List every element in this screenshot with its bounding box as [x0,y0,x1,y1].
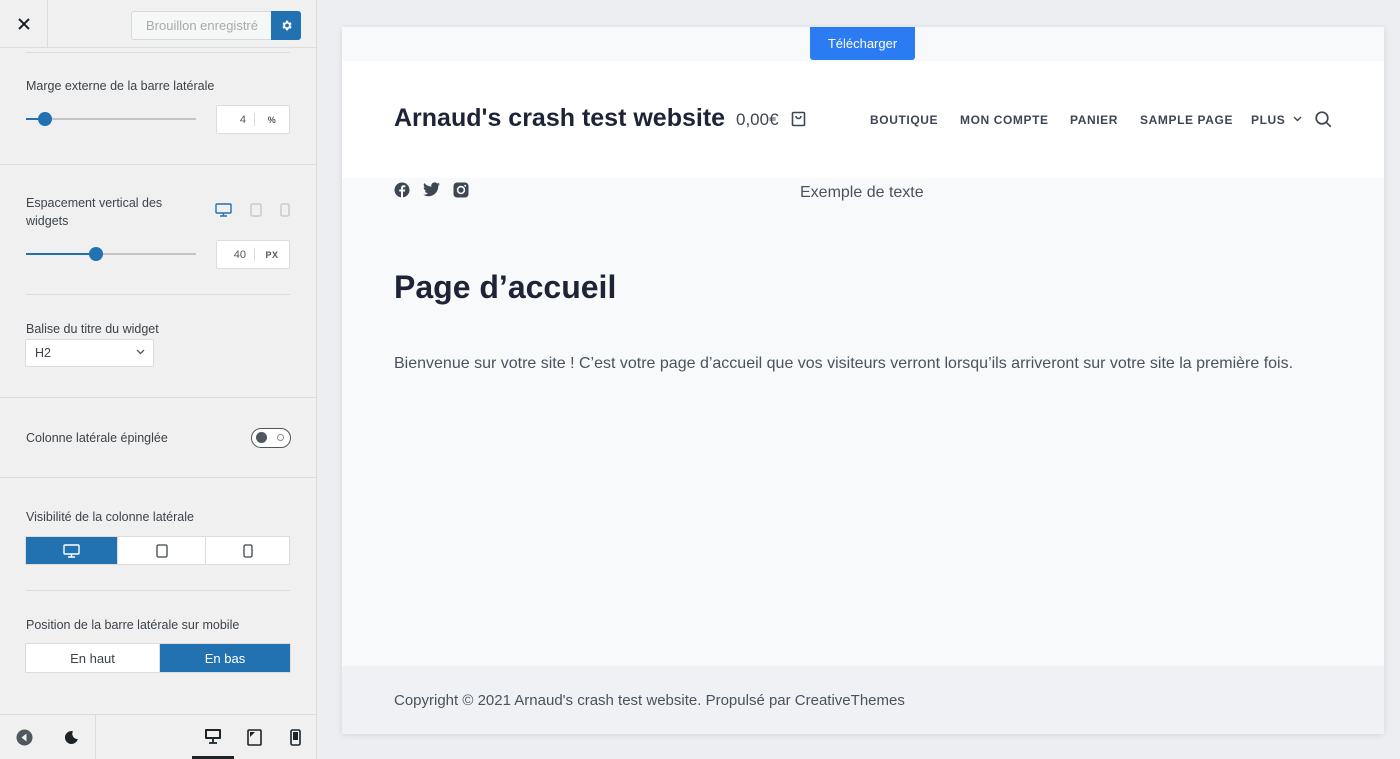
header-sample-text: Exemple de texte [800,184,924,201]
sticky-sidebar-toggle[interactable] [251,428,291,448]
divider [0,164,316,165]
divider [0,477,316,478]
tablet-preview-icon [246,728,262,746]
publish-settings-button[interactable] [271,11,301,40]
slider-thumb[interactable] [88,247,103,261]
tablet-icon [250,203,262,217]
divider [26,294,290,295]
visibility-desktop-button[interactable] [26,537,118,564]
dark-mode-icon [64,730,78,744]
mobile-position-group: En haut En bas [25,643,291,673]
collapse-icon [16,729,32,745]
widget-spacing-value[interactable]: 40 [217,249,254,261]
twitter-icon[interactable] [423,182,440,197]
position-bottom-button[interactable]: En bas [160,644,290,672]
cart-total[interactable]: 0,00€ [736,110,779,130]
divider [0,397,316,398]
nav-item-plus-label: PLUS [1251,113,1286,127]
divider [26,590,290,591]
chevron-down-icon [1293,116,1302,122]
preview-tablet-button[interactable] [234,715,274,759]
sidebar-visibility-label: Visibilité de la colonne latérale [26,510,194,524]
customizer-footer [0,714,316,759]
collapse-sidebar-button[interactable] [0,715,48,759]
visibility-tablet-button[interactable] [118,537,206,564]
sticky-sidebar-label: Colonne latérale épinglée [26,431,168,445]
page-body-text: Bienvenue sur votre site ! C’est votre p… [394,355,1294,372]
desktop-preview-icon [205,728,221,744]
preview-desktop-button[interactable] [192,715,234,759]
device-desktop-toggle[interactable] [215,203,232,217]
mobile-preview-icon [289,728,301,746]
customizer-header: Brouillon enregistré [0,0,316,48]
device-mobile-toggle[interactable] [280,203,290,217]
sidebar-visibility-group [25,536,290,565]
mobile-position-label: Position de la barre latérale sur mobile [26,618,240,632]
sidebar-margin-slider[interactable] [26,112,196,126]
desktop-icon [215,203,232,217]
site-header: Arnaud's crash test website 0,00€ BOUTIQ… [342,61,1384,178]
nav-item-plus[interactable]: PLUS [1251,113,1302,127]
facebook-icon[interactable] [394,182,410,198]
slider-thumb[interactable] [37,112,52,126]
cart-icon[interactable] [791,111,806,127]
visibility-mobile-button[interactable] [206,537,289,564]
dark-mode-button[interactable] [48,715,96,759]
options-panel: Marge externe de la barre latérale 4 % E… [0,48,316,714]
close-icon [17,17,30,30]
desktop-icon [63,543,80,558]
download-button[interactable]: Télécharger [810,27,915,60]
close-button[interactable] [0,0,48,47]
toggle-knob [256,432,267,443]
nav-item-boutique[interactable]: BOUTIQUE [870,113,938,127]
gear-icon [281,20,292,31]
widget-spacing-label: Espacement vertical des widgets [26,196,163,228]
divider [26,52,290,53]
position-top-button[interactable]: En haut [26,644,160,672]
search-icon[interactable] [1315,111,1332,128]
sidebar-margin-value[interactable]: 4 [217,114,254,126]
site-preview: Télécharger Arnaud's crash test website … [342,27,1384,734]
sidebar-margin-input[interactable]: 4 % [216,105,290,134]
sidebar-margin-unit[interactable]: % [255,115,289,125]
draft-saved-button[interactable]: Brouillon enregistré [131,11,272,40]
copyright-text: Copyright © 2021 Arnaud's crash test web… [394,692,905,709]
widget-title-tag-select[interactable]: H2 [25,339,154,367]
widget-title-tag-label: Balise du titre du widget [26,322,159,336]
site-title[interactable]: Arnaud's crash test website [394,104,725,133]
toggle-off-indicator [277,434,284,441]
widget-title-tag-value: H2 [35,346,51,360]
sidebar-margin-label: Marge externe de la barre latérale [26,79,215,93]
chevron-down-icon [136,349,145,355]
customizer-sidebar: Brouillon enregistré Marge externe de la… [0,0,317,759]
device-tablet-toggle[interactable] [250,203,262,217]
tablet-icon [155,543,168,558]
widget-spacing-unit[interactable]: PX [255,250,289,260]
nav-item-panier[interactable]: PANIER [1070,113,1118,127]
nav-item-mon-compte[interactable]: MON COMPTE [960,113,1049,127]
widget-spacing-slider[interactable] [26,247,196,261]
mobile-icon [242,543,253,558]
page-title: Page d’accueil [394,269,617,305]
nav-item-sample-page[interactable]: SAMPLE PAGE [1140,113,1233,127]
site-footer: Copyright © 2021 Arnaud's crash test web… [342,666,1384,734]
mobile-icon [280,203,290,217]
preview-mobile-button[interactable] [274,715,316,759]
slider-fill [26,253,96,255]
widget-spacing-input[interactable]: 40 PX [216,240,290,269]
instagram-icon[interactable] [453,182,469,198]
